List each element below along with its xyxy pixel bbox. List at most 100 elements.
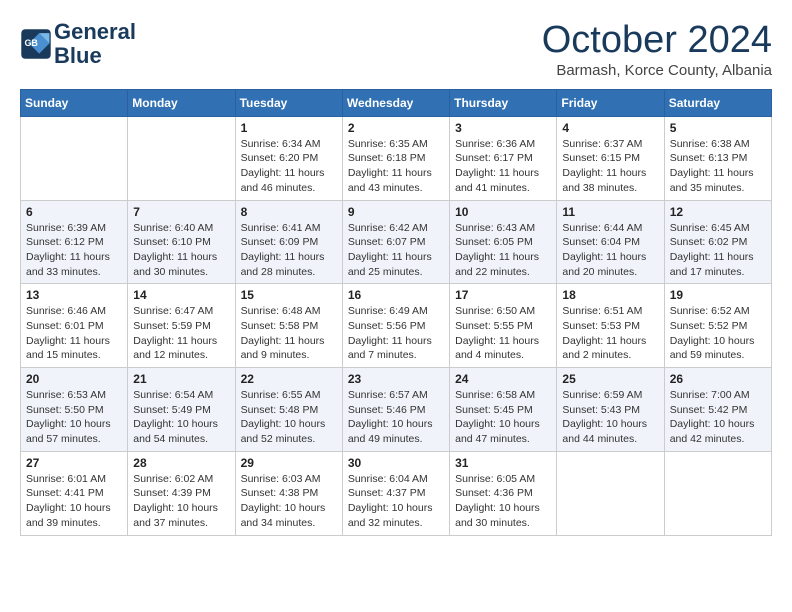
day-info: Sunrise: 6:40 AM Sunset: 6:10 PM Dayligh…: [133, 221, 229, 280]
day-cell: 7 Sunrise: 6:40 AM Sunset: 6:10 PM Daylig…: [128, 200, 235, 284]
day-number: 11: [562, 205, 658, 219]
title-section: October 2024 Barmash, Korce County, Alba…: [542, 20, 772, 79]
day-cell: 30 Sunrise: 6:04 AM Sunset: 4:37 PM Dayli…: [342, 451, 449, 535]
logo-icon: GB: [20, 28, 52, 60]
day-cell: 1 Sunrise: 6:34 AM Sunset: 6:20 PM Daylig…: [235, 116, 342, 200]
day-number: 13: [26, 288, 122, 302]
day-cell: 18 Sunrise: 6:51 AM Sunset: 5:53 PM Dayli…: [557, 284, 664, 368]
svg-text:GB: GB: [24, 38, 38, 48]
day-info: Sunrise: 6:43 AM Sunset: 6:05 PM Dayligh…: [455, 221, 551, 280]
day-number: 23: [348, 372, 444, 386]
day-cell: 29 Sunrise: 6:03 AM Sunset: 4:38 PM Dayli…: [235, 451, 342, 535]
day-info: Sunrise: 6:42 AM Sunset: 6:07 PM Dayligh…: [348, 221, 444, 280]
day-info: Sunrise: 6:49 AM Sunset: 5:56 PM Dayligh…: [348, 304, 444, 363]
day-cell: 5Sunrise: 6:38 AM Sunset: 6:13 PM Daylig…: [664, 116, 771, 200]
header-cell: Saturday: [664, 89, 771, 116]
day-number: 9: [348, 205, 444, 219]
day-cell: [557, 451, 664, 535]
day-cell: 17 Sunrise: 6:50 AM Sunset: 5:55 PM Dayli…: [450, 284, 557, 368]
day-cell: 2 Sunrise: 6:35 AM Sunset: 6:18 PM Daylig…: [342, 116, 449, 200]
day-cell: 24 Sunrise: 6:58 AM Sunset: 5:45 PM Dayli…: [450, 368, 557, 452]
day-number: 21: [133, 372, 229, 386]
day-cell: 12Sunrise: 6:45 AM Sunset: 6:02 PM Dayli…: [664, 200, 771, 284]
day-cell: 15Sunrise: 6:48 AM Sunset: 5:58 PM Dayli…: [235, 284, 342, 368]
day-number: 7: [133, 205, 229, 219]
header-cell: Thursday: [450, 89, 557, 116]
day-number: 27: [26, 456, 122, 470]
day-number: 6: [26, 205, 122, 219]
day-info: Sunrise: 6:44 AM Sunset: 6:04 PM Dayligh…: [562, 221, 658, 280]
day-info: Sunrise: 6:59 AM Sunset: 5:43 PM Dayligh…: [562, 388, 658, 447]
subtitle: Barmash, Korce County, Albania: [542, 62, 772, 79]
day-info: Sunrise: 6:39 AM Sunset: 6:12 PM Dayligh…: [26, 221, 122, 280]
day-number: 10: [455, 205, 551, 219]
day-number: 3: [455, 121, 551, 135]
month-title: October 2024: [542, 20, 772, 62]
week-row: 1 Sunrise: 6:34 AM Sunset: 6:20 PM Daylig…: [21, 116, 772, 200]
day-cell: 28 Sunrise: 6:02 AM Sunset: 4:39 PM Dayli…: [128, 451, 235, 535]
day-info: Sunrise: 6:54 AM Sunset: 5:49 PM Dayligh…: [133, 388, 229, 447]
day-info: Sunrise: 7:00 AM Sunset: 5:42 PM Dayligh…: [670, 388, 766, 447]
day-number: 24: [455, 372, 551, 386]
header: GB General Blue October 2024 Barmash, Ko…: [20, 20, 772, 79]
day-info: Sunrise: 6:02 AM Sunset: 4:39 PM Dayligh…: [133, 472, 229, 531]
day-cell: 21 Sunrise: 6:54 AM Sunset: 5:49 PM Dayli…: [128, 368, 235, 452]
calendar-table: SundayMondayTuesdayWednesdayThursdayFrid…: [20, 89, 772, 536]
day-info: Sunrise: 6:58 AM Sunset: 5:45 PM Dayligh…: [455, 388, 551, 447]
header-cell: Friday: [557, 89, 664, 116]
day-info: Sunrise: 6:01 AM Sunset: 4:41 PM Dayligh…: [26, 472, 122, 531]
day-info: Sunrise: 6:36 AM Sunset: 6:17 PM Dayligh…: [455, 137, 551, 196]
day-info: Sunrise: 6:03 AM Sunset: 4:38 PM Dayligh…: [241, 472, 337, 531]
day-info: Sunrise: 6:34 AM Sunset: 6:20 PM Dayligh…: [241, 137, 337, 196]
day-cell: 27 Sunrise: 6:01 AM Sunset: 4:41 PM Dayli…: [21, 451, 128, 535]
day-cell: 31Sunrise: 6:05 AM Sunset: 4:36 PM Dayli…: [450, 451, 557, 535]
day-number: 26: [670, 372, 766, 386]
day-info: Sunrise: 6:55 AM Sunset: 5:48 PM Dayligh…: [241, 388, 337, 447]
day-cell: 3 Sunrise: 6:36 AM Sunset: 6:17 PM Daylig…: [450, 116, 557, 200]
header-cell: Monday: [128, 89, 235, 116]
week-row: 13 Sunrise: 6:46 AM Sunset: 6:01 PM Dayli…: [21, 284, 772, 368]
day-cell: 20Sunrise: 6:53 AM Sunset: 5:50 PM Dayli…: [21, 368, 128, 452]
day-number: 28: [133, 456, 229, 470]
day-info: Sunrise: 6:53 AM Sunset: 5:50 PM Dayligh…: [26, 388, 122, 447]
day-cell: 23 Sunrise: 6:57 AM Sunset: 5:46 PM Dayli…: [342, 368, 449, 452]
day-number: 5: [670, 121, 766, 135]
day-cell: [664, 451, 771, 535]
day-cell: 19Sunrise: 6:52 AM Sunset: 5:52 PM Dayli…: [664, 284, 771, 368]
day-number: 31: [455, 456, 551, 470]
logo-line2: Blue: [54, 44, 136, 68]
day-cell: 8 Sunrise: 6:41 AM Sunset: 6:09 PM Daylig…: [235, 200, 342, 284]
week-row: 20Sunrise: 6:53 AM Sunset: 5:50 PM Dayli…: [21, 368, 772, 452]
header-cell: Sunday: [21, 89, 128, 116]
day-number: 18: [562, 288, 658, 302]
logo-line1: General: [54, 20, 136, 44]
day-info: Sunrise: 6:50 AM Sunset: 5:55 PM Dayligh…: [455, 304, 551, 363]
day-cell: 9 Sunrise: 6:42 AM Sunset: 6:07 PM Daylig…: [342, 200, 449, 284]
day-info: Sunrise: 6:45 AM Sunset: 6:02 PM Dayligh…: [670, 221, 766, 280]
day-number: 19: [670, 288, 766, 302]
day-info: Sunrise: 6:46 AM Sunset: 6:01 PM Dayligh…: [26, 304, 122, 363]
day-number: 1: [241, 121, 337, 135]
page: GB General Blue October 2024 Barmash, Ko…: [0, 0, 792, 546]
day-cell: [128, 116, 235, 200]
day-cell: 25Sunrise: 6:59 AM Sunset: 5:43 PM Dayli…: [557, 368, 664, 452]
day-number: 4: [562, 121, 658, 135]
day-cell: 10 Sunrise: 6:43 AM Sunset: 6:05 PM Dayli…: [450, 200, 557, 284]
day-number: 29: [241, 456, 337, 470]
day-number: 17: [455, 288, 551, 302]
day-info: Sunrise: 6:51 AM Sunset: 5:53 PM Dayligh…: [562, 304, 658, 363]
header-cell: Tuesday: [235, 89, 342, 116]
day-number: 2: [348, 121, 444, 135]
day-info: Sunrise: 6:04 AM Sunset: 4:37 PM Dayligh…: [348, 472, 444, 531]
day-info: Sunrise: 6:41 AM Sunset: 6:09 PM Dayligh…: [241, 221, 337, 280]
day-number: 30: [348, 456, 444, 470]
day-info: Sunrise: 6:48 AM Sunset: 5:58 PM Dayligh…: [241, 304, 337, 363]
day-info: Sunrise: 6:57 AM Sunset: 5:46 PM Dayligh…: [348, 388, 444, 447]
logo-text: General Blue: [54, 20, 136, 68]
day-info: Sunrise: 6:35 AM Sunset: 6:18 PM Dayligh…: [348, 137, 444, 196]
day-number: 8: [241, 205, 337, 219]
day-cell: 16Sunrise: 6:49 AM Sunset: 5:56 PM Dayli…: [342, 284, 449, 368]
header-cell: Wednesday: [342, 89, 449, 116]
week-row: 27 Sunrise: 6:01 AM Sunset: 4:41 PM Dayli…: [21, 451, 772, 535]
day-cell: [21, 116, 128, 200]
